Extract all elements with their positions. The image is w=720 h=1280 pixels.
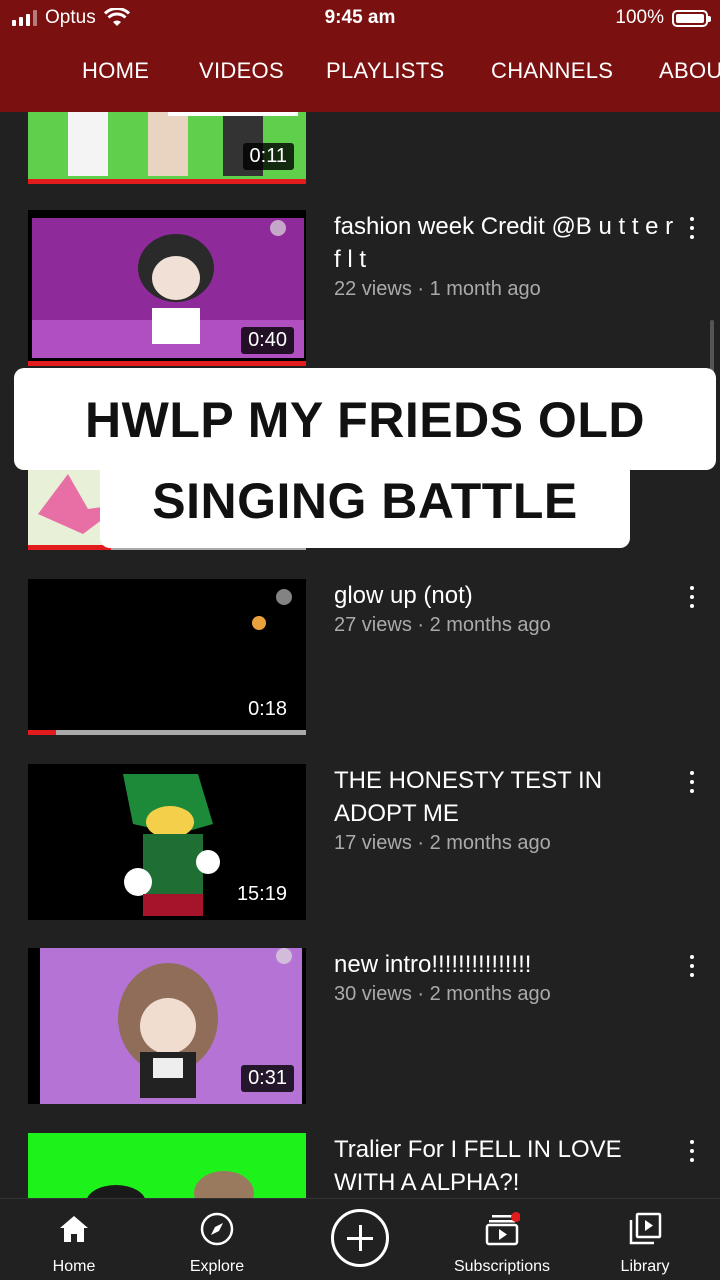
video-meta: 22 views · 1 month ago: [334, 278, 541, 300]
video-title[interactable]: fashion week Credit @B u t t e r f l t: [334, 210, 674, 276]
video-thumbnail[interactable]: 0:18: [28, 579, 306, 735]
battery-icon: [672, 9, 711, 27]
subscriptions-icon: [485, 1212, 520, 1246]
thumbnail-art: [28, 1133, 306, 1198]
video-title-block[interactable]: Tralier For I FELL IN LOVE WITH A ALPHA?…: [334, 1133, 674, 1198]
watch-progress-bar: [28, 179, 306, 184]
watch-progress-track: [28, 730, 306, 735]
nav-label: Home: [52, 1258, 96, 1275]
video-thumbnail[interactable]: 0:11: [28, 112, 306, 184]
video-title-block[interactable]: glow up (not) 27 views · 2 months ago: [334, 579, 674, 638]
nav-label: Subscriptions: [453, 1258, 551, 1275]
video-duration: 0:31: [241, 1065, 294, 1092]
more-options-icon[interactable]: [684, 768, 700, 796]
video-thumbnail[interactable]: [28, 1133, 306, 1198]
nav-label: Explore: [189, 1258, 245, 1275]
video-title[interactable]: Tralier For I FELL IN LOVE WITH A ALPHA?…: [334, 1133, 674, 1198]
video-duration: 15:19: [229, 881, 294, 908]
more-options-icon[interactable]: [684, 583, 700, 611]
video-duration: 0:18: [241, 696, 294, 723]
battery-percent: 100%: [615, 7, 664, 28]
channel-tabs: HOME VIDEOS PLAYLISTS CHANNELS ABOU: [0, 52, 720, 96]
video-list: 0:11 0:40 fashion week Credit @B u t t e…: [0, 112, 720, 1198]
more-options-icon[interactable]: [684, 214, 700, 242]
overlay-caption-line1: HWLP MY FRIEDS OLD: [14, 368, 716, 470]
battery-group: 100%: [615, 7, 711, 29]
nav-library[interactable]: Library: [585, 1207, 705, 1276]
video-title[interactable]: glow up (not): [334, 579, 674, 612]
nav-explore[interactable]: Explore: [157, 1207, 277, 1276]
video-thumbnail[interactable]: 15:19: [28, 764, 306, 920]
video-meta: 27 views · 2 months ago: [334, 614, 551, 636]
more-options-icon[interactable]: [684, 952, 700, 980]
nav-label: Library: [620, 1258, 670, 1275]
video-title-block[interactable]: new intro!!!!!!!!!!!!!!! 30 views · 2 mo…: [334, 948, 674, 1007]
tab-home[interactable]: HOME: [82, 58, 149, 84]
home-icon: [60, 1216, 88, 1242]
clock: 9:45 am: [324, 7, 396, 28]
bottom-navigation: Home Explore Subscriptions Library: [0, 1198, 720, 1280]
tab-playlists[interactable]: PLAYLISTS: [326, 58, 444, 84]
tab-channels[interactable]: CHANNELS: [491, 58, 613, 84]
video-thumbnail[interactable]: 0:31: [28, 948, 306, 1104]
channel-header: Optus 9:45 am 100% HOME VIDEOS PLAYLISTS…: [0, 0, 720, 112]
compass-icon: [200, 1212, 234, 1246]
nav-subscriptions[interactable]: Subscriptions: [442, 1207, 562, 1276]
watch-progress-bar: [28, 361, 306, 366]
library-icon: [629, 1212, 662, 1245]
video-title[interactable]: new intro!!!!!!!!!!!!!!!: [334, 948, 674, 981]
overlay-caption-line2: SINGING BATTLE: [100, 458, 630, 548]
video-thumbnail[interactable]: 0:40: [28, 210, 306, 366]
video-meta: 17 views · 2 months ago: [334, 832, 551, 854]
video-title-block[interactable]: fashion week Credit @B u t t e r f l t 2…: [334, 210, 674, 302]
watch-progress-bar: [28, 730, 56, 735]
video-duration: 0:40: [241, 327, 294, 354]
tab-videos[interactable]: VIDEOS: [199, 58, 284, 84]
video-meta: 30 views · 2 months ago: [334, 983, 551, 1005]
video-title-block[interactable]: THE HONESTY TEST IN ADOPT ME 17 views · …: [334, 764, 674, 856]
create-plus-icon[interactable]: [331, 1209, 389, 1267]
watch-progress-bar: [28, 545, 112, 550]
video-duration: 0:11: [242, 143, 294, 170]
video-title[interactable]: THE HONESTY TEST IN ADOPT ME: [334, 764, 674, 830]
tab-about[interactable]: ABOU: [659, 58, 720, 84]
status-bar: Optus 9:45 am 100%: [0, 0, 720, 38]
nav-home[interactable]: Home: [14, 1207, 134, 1276]
more-options-icon[interactable]: [684, 1137, 700, 1165]
